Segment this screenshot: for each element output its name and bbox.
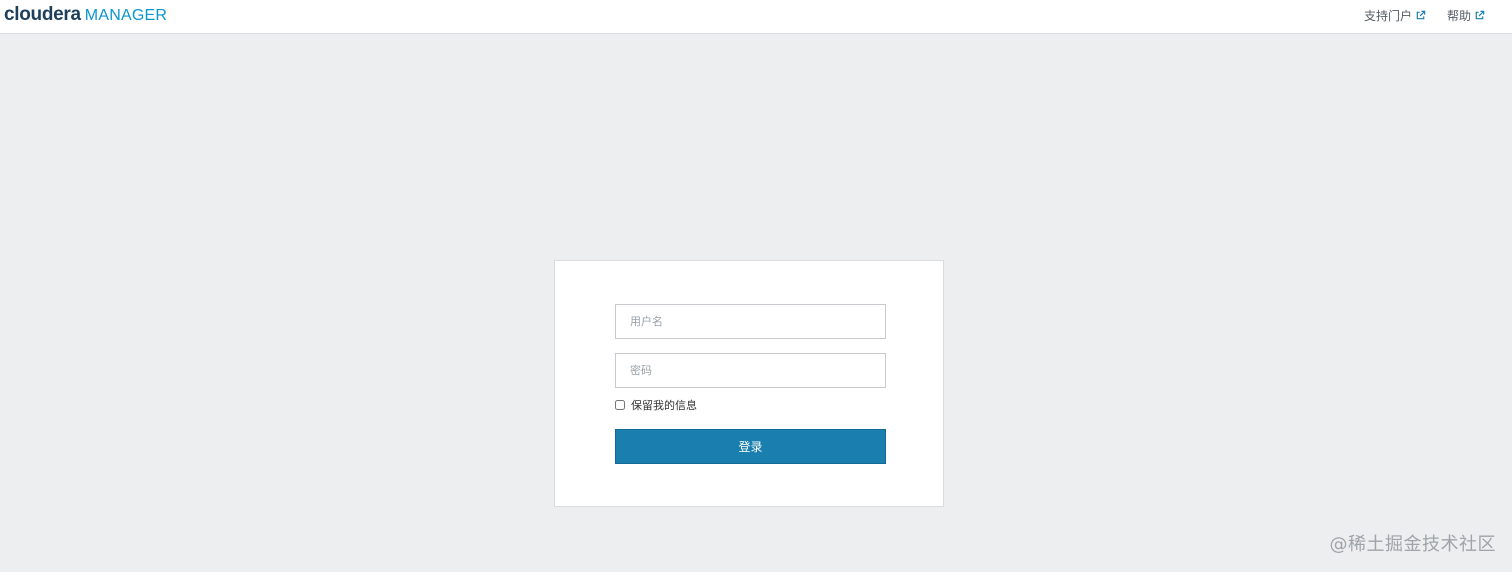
watermark-text: @稀土掘金技术社区	[1329, 534, 1496, 555]
login-button[interactable]: 登录	[615, 429, 886, 464]
help-link[interactable]: 帮助	[1447, 7, 1485, 24]
remember-me-checkbox[interactable]	[615, 400, 625, 410]
top-navigation-bar: cloudera MANAGER 支持门户 帮助	[0, 0, 1512, 34]
external-link-icon	[1416, 10, 1426, 20]
support-portal-label: 支持门户	[1364, 9, 1413, 23]
logo-wordmark: cloudera	[4, 4, 81, 25]
password-input[interactable]	[615, 353, 886, 388]
logo-product-name: MANAGER	[84, 7, 168, 24]
cloudera-manager-logo[interactable]: cloudera MANAGER	[4, 4, 167, 26]
remember-me-label: 保留我的信息	[631, 399, 697, 412]
external-link-icon	[1475, 10, 1485, 20]
remember-me-option[interactable]: 保留我的信息	[615, 397, 697, 413]
username-input[interactable]	[615, 304, 886, 339]
support-portal-link[interactable]: 支持门户	[1364, 7, 1426, 24]
login-card: 保留我的信息 登录	[554, 260, 944, 507]
help-label: 帮助	[1447, 9, 1472, 23]
